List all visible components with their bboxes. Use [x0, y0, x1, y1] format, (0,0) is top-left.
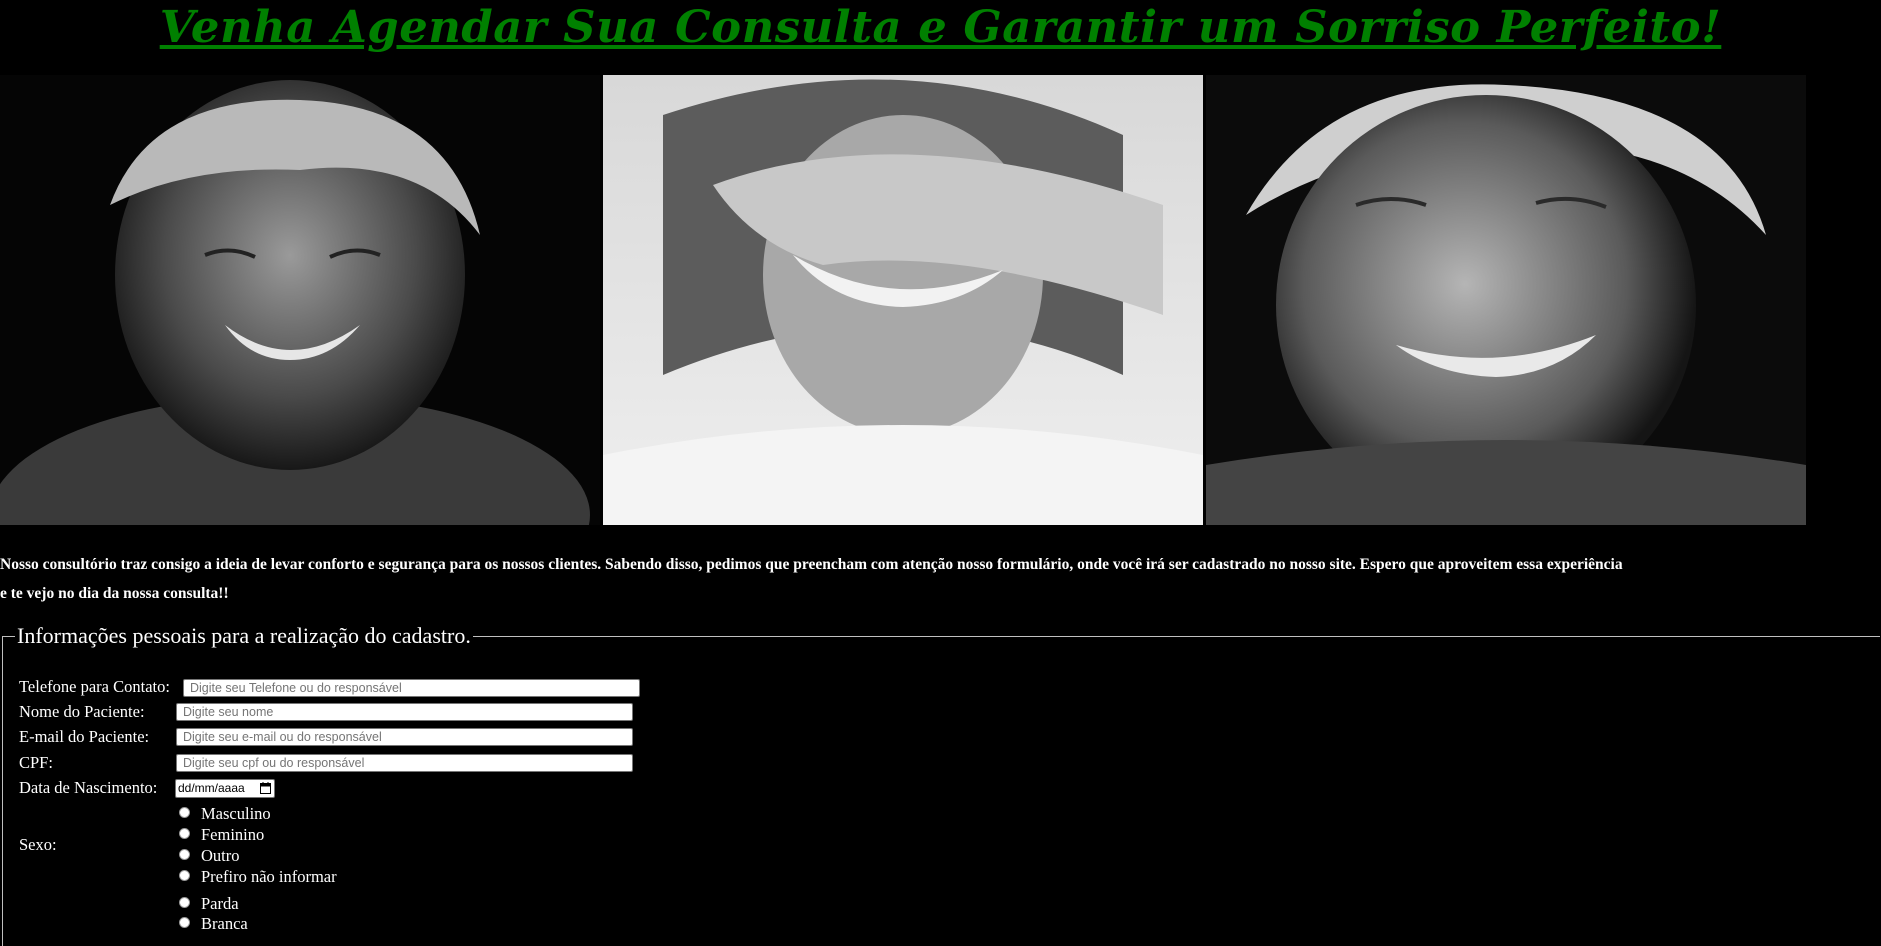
- radio-label: Branca: [201, 914, 248, 933]
- radio-label: Masculino: [201, 804, 271, 823]
- photo-child-smiling: [0, 75, 600, 525]
- photo-woman-smiling: [603, 75, 1203, 525]
- radio-label: Prefiro não informar: [201, 867, 337, 886]
- email-label: E-mail do Paciente:: [19, 727, 150, 746]
- fieldset-legend: Informações pessoais para a realização d…: [17, 623, 471, 648]
- radio-button[interactable]: [179, 870, 190, 881]
- name-label: Nome do Paciente:: [19, 702, 145, 721]
- name-input[interactable]: [176, 703, 633, 721]
- elderly-photo-image: [1206, 75, 1806, 525]
- intro-line-1: Nosso consultório traz consigo a ideia d…: [0, 556, 1623, 573]
- radio-label: Parda: [201, 894, 239, 913]
- intro-line-2: e te vejo no dia da nossa consulta!!: [0, 585, 229, 602]
- photo-elderly-woman-smiling: [1206, 75, 1806, 525]
- birthdate-input[interactable]: dd/mm/aaaa: [175, 779, 275, 798]
- sex-label: Sexo:: [19, 835, 57, 854]
- phone-label: Telefone para Contato:: [19, 677, 170, 696]
- phone-input[interactable]: [183, 679, 640, 697]
- radio-button[interactable]: [179, 849, 190, 860]
- radio-button[interactable]: [179, 828, 190, 839]
- cpf-label: CPF:: [19, 753, 53, 772]
- radio-button[interactable]: [179, 897, 190, 908]
- calendar-icon[interactable]: [260, 782, 271, 794]
- registration-fieldset: Informações pessoais para a realização d…: [2, 625, 1880, 946]
- birthdate-value: dd/mm/aaaa: [178, 781, 245, 795]
- radio-label: Outro: [201, 846, 240, 865]
- birthdate-label: Data de Nascimento:: [19, 778, 158, 797]
- email-input[interactable]: [176, 728, 633, 746]
- intro-text: Nosso consultório traz consigo a ideia d…: [0, 550, 1881, 608]
- page-title: Venha Agendar Sua Consulta e Garantir um…: [159, 2, 1722, 53]
- cpf-input[interactable]: [176, 754, 633, 772]
- radio-label: Feminino: [201, 825, 265, 844]
- woman-photo-image: [603, 75, 1203, 525]
- radio-button[interactable]: [179, 917, 190, 928]
- child-photo-image: [0, 75, 600, 525]
- radio-button[interactable]: [179, 807, 190, 818]
